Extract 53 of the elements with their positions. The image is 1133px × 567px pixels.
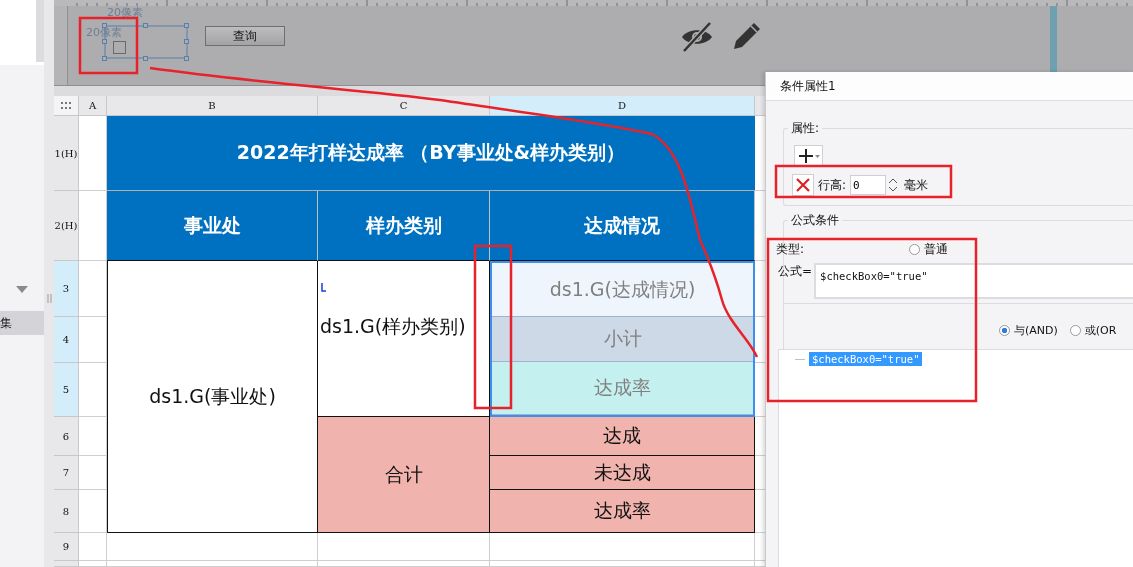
column-header[interactable]: A <box>79 96 107 116</box>
radio-option[interactable]: 与(AND) <box>999 323 1058 338</box>
query-button[interactable]: 查询 <box>205 26 285 46</box>
table-header: 事业处 <box>107 191 318 261</box>
anchor-icon <box>321 283 327 292</box>
cell-selection[interactable]: ds1.G(达成情况) 小计 达成率 <box>490 261 755 417</box>
checkbox-icon[interactable] <box>113 41 126 54</box>
row-header[interactable]: 8 <box>54 490 79 533</box>
type-label: 类型: <box>776 241 805 258</box>
section-legend: 属性: <box>788 120 823 137</box>
sidebar-item[interactable]: 集 <box>0 311 44 335</box>
formula-label: 公式= <box>778 263 813 280</box>
dialog-title: 条件属性1 <box>766 72 1133 101</box>
table-cell: 达成率 <box>490 490 755 533</box>
row-header[interactable]: 4 <box>54 317 79 363</box>
radio-option[interactable]: 普通 <box>909 241 948 258</box>
report-title: 2022年打样达成率 （BY事业处&样办类别） <box>107 116 755 191</box>
row-header[interactable]: 7 <box>54 456 79 490</box>
select-all-icon[interactable] <box>60 101 72 110</box>
row-height-label: 行高: <box>818 176 847 194</box>
unit-label: 毫米 <box>904 176 929 194</box>
table-cell: ds1.G(事业处) <box>107 261 318 533</box>
annotation-box <box>78 16 139 75</box>
add-button[interactable] <box>794 145 823 166</box>
table-cell: 合计 <box>318 417 490 533</box>
formula-field[interactable]: $checkBox0="true" <box>814 263 1133 299</box>
row-header[interactable]: 5 <box>54 363 79 417</box>
caret-icon[interactable] <box>16 286 28 293</box>
section-legend: 公式条件 <box>788 212 842 229</box>
delete-button[interactable] <box>792 174 814 196</box>
radio-option[interactable]: 或(OR <box>1069 323 1117 338</box>
table-cell: 小计 <box>492 317 753 363</box>
table-cell: 达成 <box>490 417 755 456</box>
size-label: 20像素 <box>107 5 143 20</box>
column-header[interactable]: C <box>318 96 490 116</box>
table-cell: 达成率 <box>492 362 753 415</box>
grip-icon[interactable] <box>46 294 52 303</box>
row-height-input[interactable]: 0 <box>850 175 887 195</box>
column-header[interactable]: D <box>490 96 755 116</box>
row-header[interactable]: 6 <box>54 417 79 456</box>
size-label: 20像素 <box>86 25 122 40</box>
row-header[interactable]: 3 <box>54 261 79 317</box>
row-header[interactable]: 9 <box>54 533 79 561</box>
table-header: 样办类别 <box>318 191 490 261</box>
pencil-icon[interactable] <box>732 21 762 51</box>
table-cell: ds1.G(达成情况) <box>492 263 753 318</box>
column-header[interactable]: B <box>107 96 318 116</box>
table-cell: 未达成 <box>490 456 755 490</box>
eye-slash-icon[interactable] <box>680 22 714 52</box>
scrollbar[interactable] <box>36 0 44 62</box>
row-header[interactable]: 2(H) <box>54 191 79 261</box>
row-header[interactable]: 1(H) <box>54 116 79 191</box>
table-header: 达成情况 <box>490 191 755 261</box>
